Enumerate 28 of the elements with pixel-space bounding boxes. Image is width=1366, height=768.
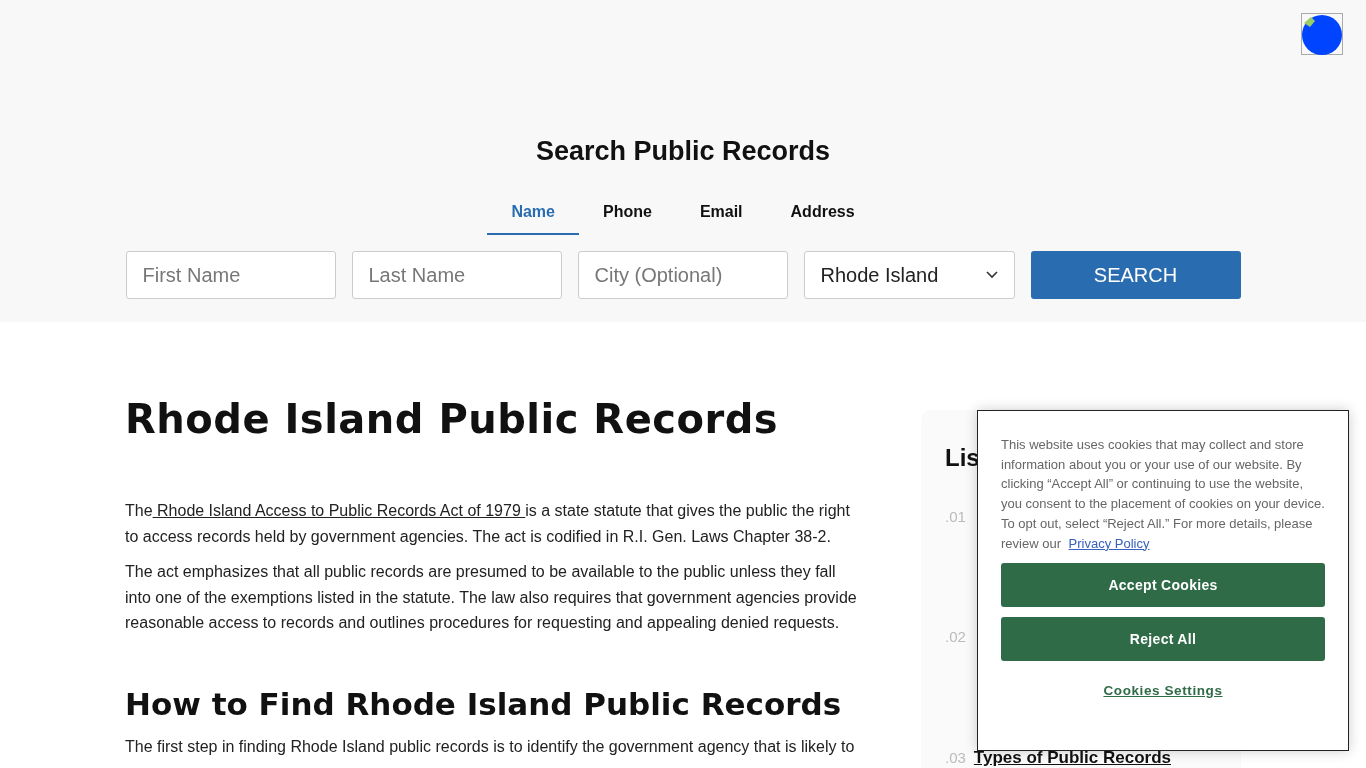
statute-link[interactable]: Rhode Island Access to Public Records Act of 1979 [152, 502, 526, 519]
paragraph: The first step in finding Rhode Island public records is to identify the government agency that is likely to [125, 736, 856, 757]
toc-link[interactable]: Types of Public Records [973, 748, 1171, 768]
text-field[interactable]: Last Name [351, 251, 562, 299]
text-field[interactable]: City (Optional) [577, 251, 788, 299]
page-title: Rhode Island Public Records [125, 396, 780, 442]
logo-icon [1301, 13, 1343, 55]
search-tab[interactable]: Email [675, 189, 767, 235]
item-number: .01 [945, 508, 966, 525]
sidebar-title: Lis [945, 444, 980, 472]
cookie-button[interactable]: Accept Cookies [1001, 563, 1325, 608]
search-tab[interactable]: Phone [579, 189, 676, 235]
cookie-text: This website uses cookies that may collect and store information about you or your use of our website. By clicking “Accept All” or continuing to use the website, you consent to the placement of cookies on your device. To opt out, select “Reject All.” For more details, please review our Privacy Policy [1001, 436, 1325, 553]
cookie-button[interactable]: Reject All [1001, 617, 1325, 662]
text-field[interactable]: First Name [125, 251, 336, 299]
search-button[interactable]: SEARCH [1030, 251, 1241, 299]
privacy-policy-link[interactable]: Privacy Policy [1068, 535, 1150, 551]
state-select[interactable]: Rhode Island [803, 251, 1015, 299]
item-number: .02 [945, 628, 966, 645]
paragraph: The Rhode Island Access to Public Records Act of 1979 is a state statute that gives the public the right to access records held by government agencies. The act is codified in R.I. Gen. Laws Chapter 38-2. [125, 501, 851, 547]
cookies-settings-link[interactable]: Cookies Settings [1103, 683, 1223, 699]
section-heading: How to Find Rhode Island Public Records [125, 685, 843, 722]
paragraph: The act emphasizes that all public records are presumed to be available to the public unless they fall into one of the exemptions listed in the statute. The law also requires that government agencies provide reasonable access to records and outlines procedures for requesting and appealing denied requests. [125, 562, 858, 633]
search-tab[interactable]: Address [766, 189, 879, 235]
search-title: Search Public Records [535, 136, 831, 167]
item-number: .03 [945, 749, 966, 766]
chevron-down-icon [985, 271, 998, 279]
search-tab[interactable]: Name [487, 189, 579, 235]
